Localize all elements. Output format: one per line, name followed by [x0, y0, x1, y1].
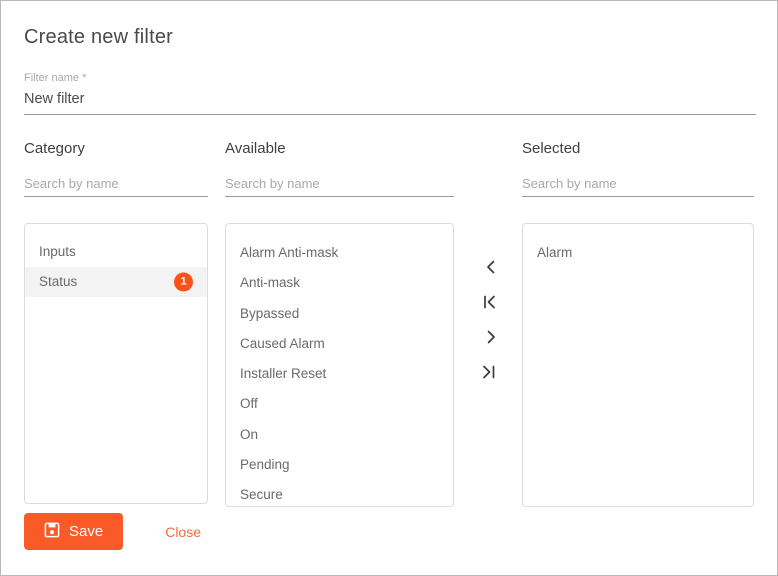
list-item-label: Installer Reset [240, 366, 327, 382]
list-item-label: Inputs [39, 244, 76, 259]
chevron-left-bar-icon[interactable] [476, 284, 506, 319]
filter-name-field: Filter name * New filter [24, 71, 756, 115]
list-item[interactable]: Bypassed [226, 299, 453, 329]
list-item[interactable]: Pending [226, 450, 453, 480]
category-search-input[interactable] [24, 176, 208, 197]
filter-name-input[interactable]: New filter [24, 85, 756, 110]
list-item[interactable]: Status 1 [25, 267, 207, 297]
save-floppy-icon [44, 522, 60, 542]
list-item-label: Secure [240, 487, 283, 503]
category-listbox[interactable]: Inputs Status 1 [24, 223, 208, 504]
category-search-wrap [24, 176, 208, 197]
selected-search-wrap [522, 176, 754, 197]
list-item-label: Alarm [537, 245, 573, 260]
list-item-label: Anti-mask [240, 275, 301, 291]
list-item[interactable]: Off [226, 389, 453, 419]
list-item[interactable]: Alarm [523, 238, 753, 268]
list-item[interactable]: Secure [226, 480, 453, 506]
category-column: Category Inputs Status 1 [24, 139, 208, 504]
available-heading: Available [225, 140, 286, 157]
available-search-input[interactable] [225, 176, 454, 197]
category-heading: Category [24, 140, 85, 157]
chevron-right-bar-icon[interactable] [476, 354, 506, 389]
filter-name-underline [24, 114, 756, 115]
list-item[interactable]: Alarm Anti-mask [226, 238, 453, 268]
list-item[interactable]: On [226, 420, 453, 450]
status-badge: 1 [174, 272, 193, 292]
list-item[interactable]: Caused Alarm [226, 329, 453, 359]
dialog-footer: Save Close [24, 513, 201, 550]
list-item-label: Alarm Anti-mask [240, 245, 339, 260]
save-button[interactable]: Save [24, 513, 124, 550]
list-item-label: Caused Alarm [240, 335, 325, 351]
filter-name-label: Filter name * [24, 72, 87, 84]
selected-listbox[interactable]: Alarm [522, 223, 754, 507]
list-item-label: Off [240, 396, 258, 412]
selected-search-input[interactable] [522, 176, 754, 197]
available-column: Available Alarm Anti-mask Anti-mask Bypa… [225, 139, 454, 507]
list-item[interactable]: Anti-mask [226, 268, 453, 298]
chevron-right-icon[interactable] [476, 319, 506, 354]
close-button[interactable]: Close [165, 524, 201, 540]
transfer-button-group [467, 249, 515, 389]
selected-column: Selected Alarm [522, 139, 754, 507]
list-item[interactable]: Inputs [25, 237, 207, 267]
list-item-label: On [240, 426, 259, 442]
available-search-wrap [225, 176, 454, 197]
list-item-label: Pending [240, 457, 290, 473]
list-item-label: Status [39, 274, 78, 289]
create-filter-dialog: Create new filter Filter name * New filt… [0, 0, 778, 576]
list-item[interactable]: Installer Reset [226, 359, 453, 389]
list-item-label: Bypassed [240, 305, 300, 321]
save-button-label: Save [69, 523, 104, 540]
page-title: Create new filter [24, 26, 174, 48]
selected-heading: Selected [522, 140, 581, 157]
chevron-left-icon[interactable] [476, 249, 506, 284]
available-listbox[interactable]: Alarm Anti-mask Anti-mask Bypassed Cause… [225, 223, 454, 507]
